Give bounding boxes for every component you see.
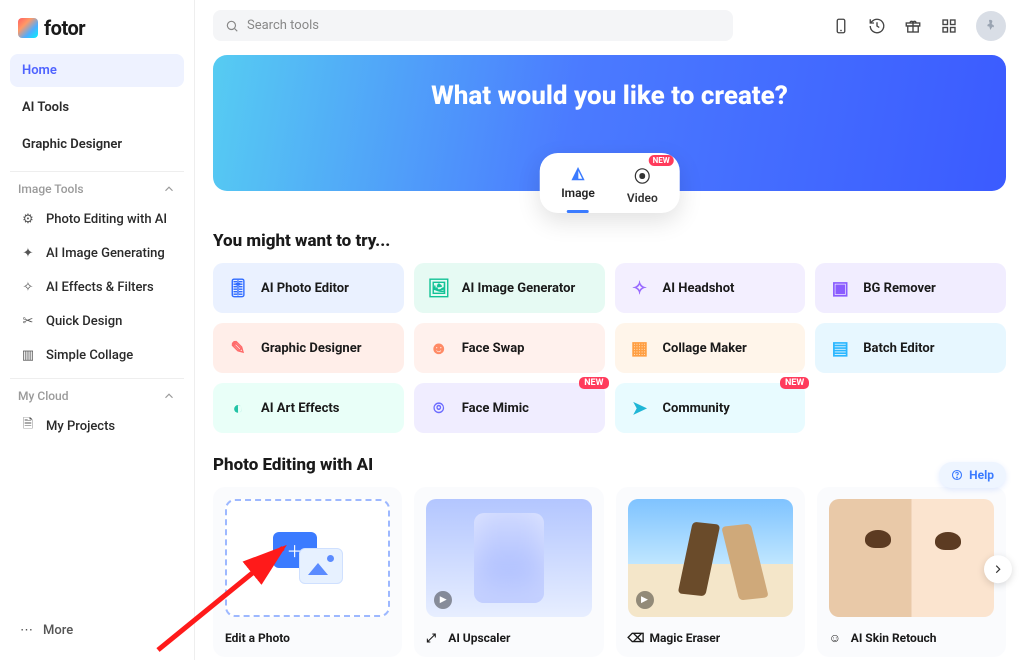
card-ai-upscaler[interactable]: ▶ ⤢AI Upscaler [414,487,603,657]
topbar: Search tools [213,10,1006,41]
card-label: ☺AI Skin Retouch [829,631,994,645]
upload-illustration: ＋ [273,532,343,584]
tool-simple-collage[interactable]: ▥Simple Collage [10,338,184,372]
hero-tabs: ◭ Image NEW ⦿ Video [539,153,680,213]
card-ai-image-generator[interactable]: 🖼AI Image Generator [414,263,605,313]
section-title: Image Tools [18,182,84,196]
sidebar: fotor Home AI Tools Graphic Designer Ima… [0,0,195,660]
person-icon: ✧ [629,277,651,299]
card-graphic-designer[interactable]: ✎Graphic Designer [213,323,404,373]
thumbnail: ▶ [628,499,793,617]
carousel-next-button[interactable] [984,555,1012,583]
new-badge: NEW [780,377,809,389]
nav-ai-tools[interactable]: AI Tools [10,91,184,124]
upload-thumb: ＋ [225,499,390,617]
section-title: My Cloud [18,389,69,403]
card-ai-photo-editor[interactable]: 🎚AI Photo Editor [213,263,404,313]
wand-icon: ✧ [20,279,36,295]
chevron-up-icon [162,389,176,403]
image-plus-icon: 🖼 [428,277,450,299]
help-icon [951,469,963,481]
play-icon: ▶ [434,591,452,609]
card-batch-editor[interactable]: ▤Batch Editor [815,323,1006,373]
tab-image[interactable]: ◭ Image [561,163,595,205]
image-icon: ◭ [572,163,584,182]
history-icon[interactable] [868,17,886,35]
tool-quick-design[interactable]: ✂Quick Design [10,304,184,338]
file-icon: 🗎 [20,418,36,434]
new-badge: NEW [649,155,674,166]
search-icon [225,19,239,33]
hero-banner: What would you like to create? ◭ Image N… [213,55,1006,191]
dots-icon: ⋯ [20,623,33,638]
section-my-cloud[interactable]: My Cloud [10,378,184,409]
eraser-icon: ▣ [829,277,851,299]
search-placeholder: Search tools [247,18,319,33]
expand-icon: ⤢ [426,631,440,645]
edit-section-title: Photo Editing with AI [213,455,1006,475]
scan-icon: ⌾ [428,397,450,419]
video-icon: ⦿ [634,163,650,187]
new-badge: NEW [579,377,608,389]
card-bg-remover[interactable]: ▣BG Remover [815,263,1006,313]
face-icon: ☺ [829,631,843,645]
chevron-up-icon [162,182,176,196]
card-community[interactable]: NEW➤Community [615,383,806,433]
logo-icon [18,18,38,38]
logo-text: fotor [44,16,85,40]
card-edit-a-photo[interactable]: ＋ Edit a Photo [213,487,402,657]
sliders-icon: 🎚 [227,277,249,299]
send-icon: ➤ [629,397,651,419]
scissors-icon: ✂ [20,313,36,329]
tool-my-projects[interactable]: 🗎My Projects [10,409,184,443]
card-face-swap[interactable]: ☻Face Swap [414,323,605,373]
card-collage-maker[interactable]: ▦Collage Maker [615,323,806,373]
avatar[interactable] [976,11,1006,41]
hero-title: What would you like to create? [213,55,1006,111]
section-image-tools[interactable]: Image Tools [10,171,184,202]
mobile-icon[interactable] [832,17,850,35]
card-label: Edit a Photo [225,631,390,645]
nav-more[interactable]: ⋯ More [10,613,184,648]
top-actions [832,11,1006,41]
main: Search tools What would you like to crea… [195,0,1024,660]
nav-home[interactable]: Home [10,54,184,87]
swirl-icon: ◐ [227,397,249,419]
card-label: ⤢AI Upscaler [426,631,591,645]
face-icon: ☻ [428,337,450,359]
edit-row: ＋ Edit a Photo ▶ ⤢AI Upscaler ▶ ⌫Magic E… [213,487,1006,657]
sliders-icon: ⚙ [20,211,36,227]
gift-icon[interactable] [904,17,922,35]
layout-icon: ▥ [20,347,36,363]
try-section-title: You might want to try... [213,231,1006,251]
thumbnail: ▶ [426,499,591,617]
card-label: ⌫Magic Eraser [628,631,793,645]
tool-ai-effects-filters[interactable]: ✧AI Effects & Filters [10,270,184,304]
eraser-icon: ⌫ [628,631,642,645]
help-button[interactable]: Help [939,462,1006,488]
card-ai-headshot[interactable]: ✧AI Headshot [615,263,806,313]
try-grid: 🎚AI Photo Editor 🖼AI Image Generator ✧AI… [213,263,1006,433]
grid-icon: ▦ [629,337,651,359]
tab-video[interactable]: NEW ⦿ Video [627,163,658,205]
pencil-icon: ✎ [227,337,249,359]
tool-photo-editing-ai[interactable]: ⚙Photo Editing with AI [10,202,184,236]
play-icon: ▶ [636,591,654,609]
thumbnail [829,499,994,617]
card-ai-skin-retouch[interactable]: ☺AI Skin Retouch [817,487,1006,657]
tool-ai-image-generating[interactable]: ✦AI Image Generating [10,236,184,270]
chevron-right-icon [991,562,1005,576]
image-icon [299,548,343,584]
sparkles-icon: ✦ [20,245,36,261]
search-input[interactable]: Search tools [213,10,733,41]
nav-graphic-designer[interactable]: Graphic Designer [10,128,184,161]
apps-icon[interactable] [940,17,958,35]
card-face-mimic[interactable]: NEW⌾Face Mimic [414,383,605,433]
card-ai-art-effects[interactable]: ◐AI Art Effects [213,383,404,433]
logo[interactable]: fotor [10,12,184,54]
card-magic-eraser[interactable]: ▶ ⌫Magic Eraser [616,487,805,657]
stack-icon: ▤ [829,337,851,359]
